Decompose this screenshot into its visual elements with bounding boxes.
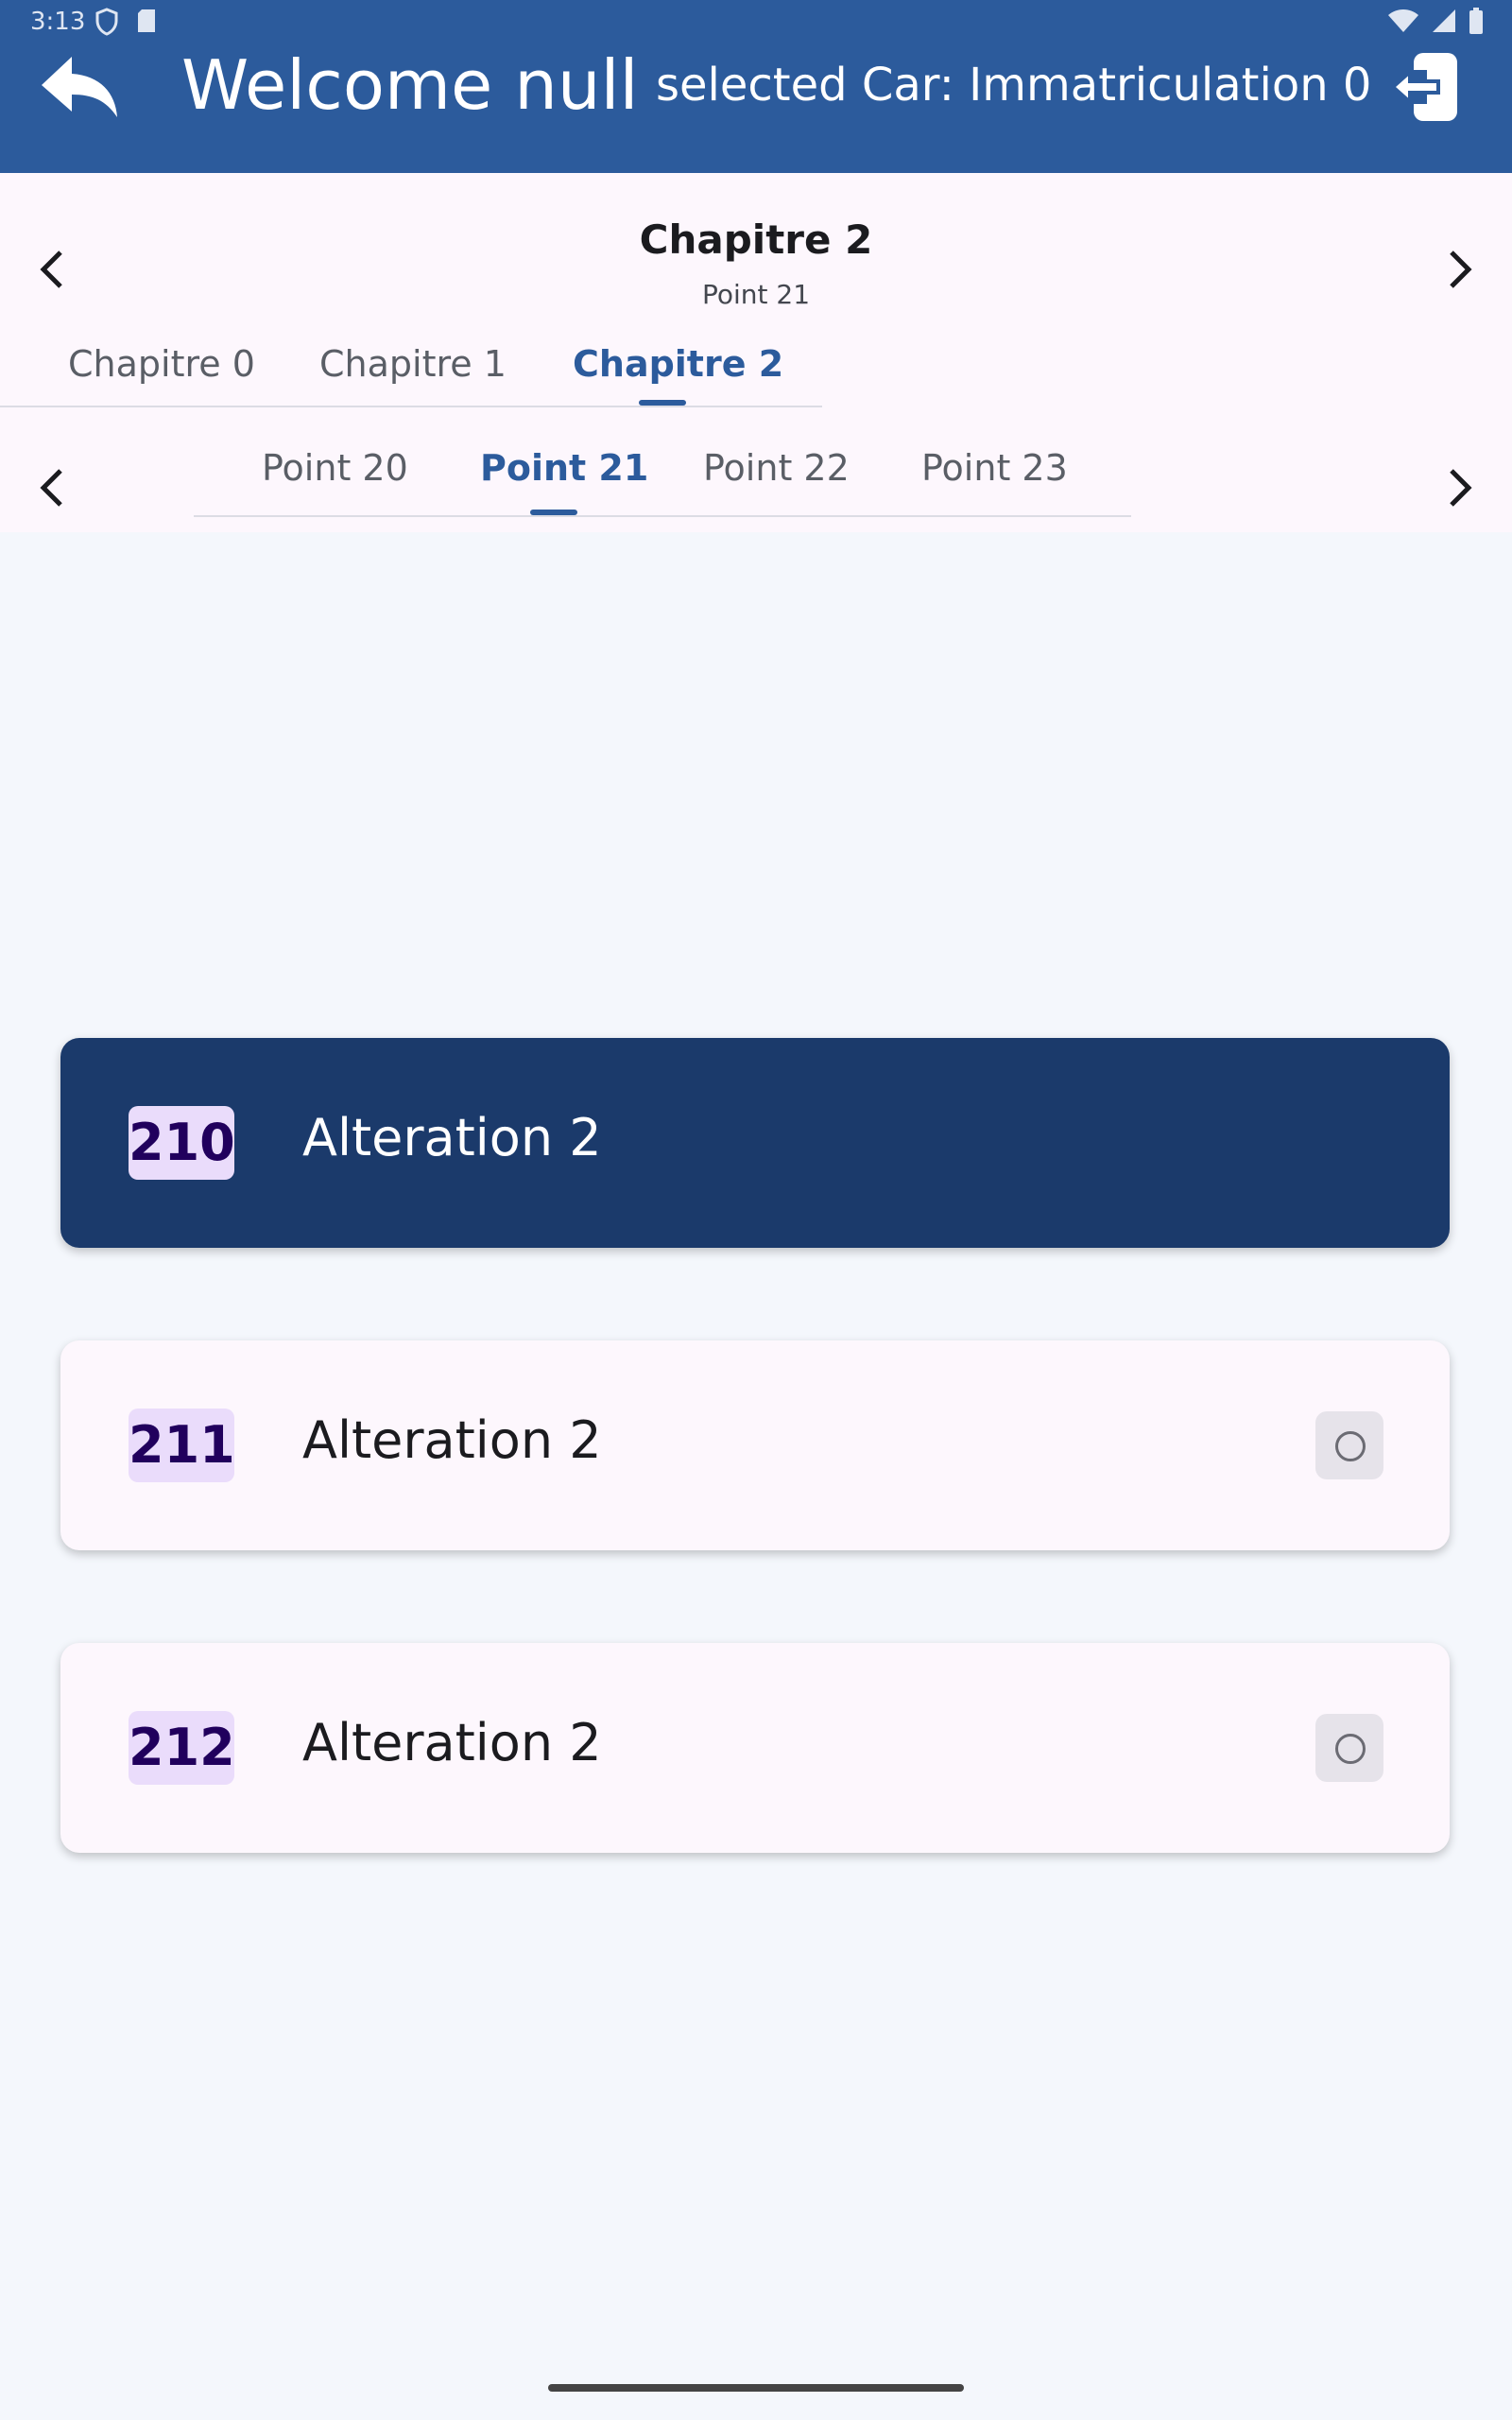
chapter-subtitle: Point 21 [701, 279, 811, 310]
tab-point-23[interactable]: Point 23 [921, 447, 1068, 489]
list-item[interactable]: 211 Alteration 2 [60, 1340, 1450, 1550]
battery-icon [1469, 8, 1483, 34]
status-icons-right [1387, 8, 1484, 34]
welcome-title: Welcome null [181, 45, 639, 125]
chapter-title: Chapitre 2 [639, 216, 873, 263]
chevron-left-icon[interactable] [25, 459, 81, 516]
radio-button[interactable] [1315, 1714, 1383, 1782]
list-item[interactable]: 210 Alteration 2 [60, 1038, 1450, 1248]
item-label: Alteration 2 [302, 1108, 602, 1167]
tab-chapitre-1[interactable]: Chapitre 1 [319, 343, 507, 385]
logout-icon[interactable] [1385, 49, 1465, 125]
chapter-navigation: Chapitre 2 Point 21 Chapitre 0 Chapitre … [0, 173, 1512, 532]
item-number-badge: 210 [129, 1106, 235, 1180]
list-item[interactable]: 212 Alteration 2 [60, 1643, 1450, 1853]
active-tab-indicator [639, 400, 686, 406]
tab-chapitre-2[interactable]: Chapitre 2 [573, 343, 783, 385]
point-tabs: Point 20 Point 21 Point 22 Point 23 [194, 447, 1131, 517]
app-bar: 3:13 Welcome null selected Car: Immatric… [0, 0, 1512, 173]
item-label: Alteration 2 [302, 1410, 602, 1470]
tab-point-20[interactable]: Point 20 [262, 447, 408, 489]
tab-point-22[interactable]: Point 22 [703, 447, 850, 489]
item-number-badge: 211 [129, 1409, 235, 1482]
status-time: 3:13 [30, 8, 86, 36]
status-icons-left [94, 8, 157, 36]
chevron-right-icon[interactable] [1431, 459, 1487, 516]
shield-icon [95, 8, 118, 36]
sd-card-icon [138, 9, 155, 32]
active-point-indicator [530, 510, 577, 515]
item-label: Alteration 2 [302, 1713, 602, 1772]
home-indicator[interactable] [548, 2384, 964, 2392]
back-arrow-icon[interactable] [38, 53, 123, 121]
circle-icon [1335, 1734, 1366, 1764]
circle-icon [1335, 1431, 1366, 1461]
chapter-tabs: Chapitre 0 Chapitre 1 Chapitre 2 [0, 343, 822, 407]
item-number-badge: 212 [129, 1711, 235, 1785]
radio-button[interactable] [1315, 1411, 1383, 1479]
tab-point-21[interactable]: Point 21 [480, 447, 648, 489]
chevron-right-icon[interactable] [1431, 241, 1487, 298]
signal-icon [1433, 9, 1455, 32]
selected-car-label: selected Car: Immatriculation 0 [656, 59, 1372, 112]
wifi-icon [1388, 9, 1418, 32]
tab-chapitre-0[interactable]: Chapitre 0 [68, 343, 255, 385]
